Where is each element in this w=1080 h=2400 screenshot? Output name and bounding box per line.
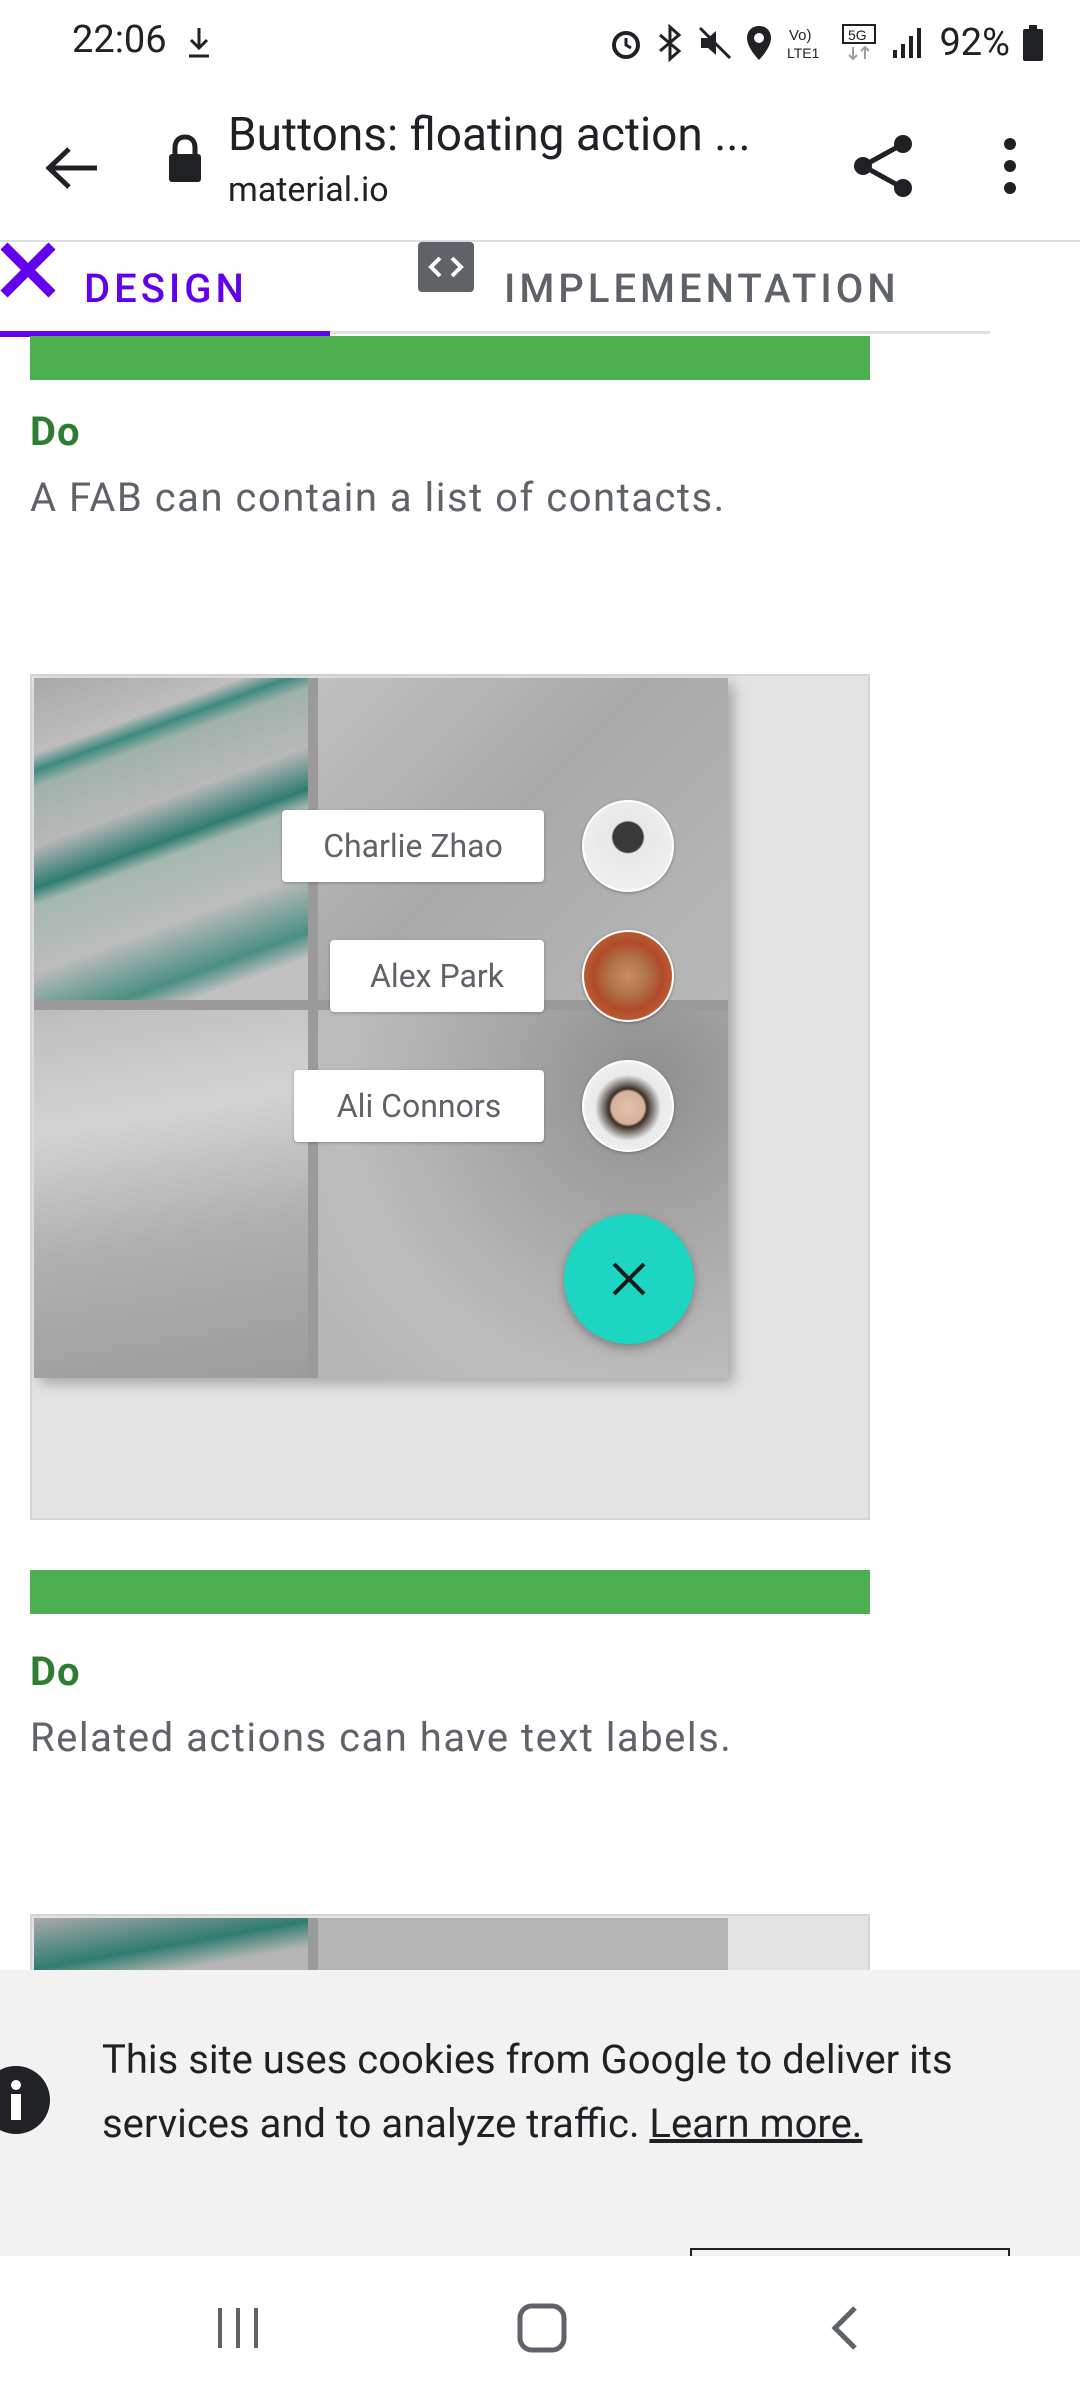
page-url[interactable]: material.io (228, 170, 389, 210)
mute-icon (699, 26, 732, 60)
image-tile (34, 1918, 308, 1972)
avatar (582, 1060, 674, 1152)
lock-icon (169, 134, 201, 182)
page-title[interactable]: Buttons: floating action ... (228, 108, 788, 162)
grid-divider (308, 678, 318, 1378)
tab-implementation-label: IMPLEMENTATION (504, 264, 900, 312)
signal-icon (893, 28, 922, 58)
tab-implementation[interactable]: IMPLEMENTATION (410, 242, 970, 334)
do-label: Do (30, 408, 81, 455)
cookie-message: This site uses cookies from Google to de… (102, 2028, 1042, 2156)
status-time: 22:06 (72, 18, 167, 62)
contact-label: Alex Park (330, 940, 544, 1012)
phone-mockup (34, 1918, 728, 1972)
contact-label: Charlie Zhao (282, 810, 544, 882)
system-back-button[interactable] (784, 2286, 904, 2370)
tab-design-label: DESIGN (84, 264, 248, 312)
example-image: Charlie Zhao Alex Park Ali Connors (30, 674, 870, 1520)
cookie-banner: This site uses cookies from Google to de… (0, 1970, 1080, 2288)
guideline-caption: Related actions can have text labels. (30, 1714, 733, 1761)
contact-label: Ali Connors (294, 1070, 544, 1142)
tab-design[interactable]: DESIGN (0, 242, 330, 337)
design-tools-icon (0, 242, 56, 298)
recents-icon (218, 2308, 258, 2348)
status-icons: Vo) LTE1 5G 92% (609, 18, 1044, 68)
phone-mockup: Charlie Zhao Alex Park Ali Connors (34, 678, 728, 1378)
example-image (30, 1914, 870, 1974)
info-icon (0, 2066, 50, 2134)
guideline-caption: A FAB can contain a list of contacts. (30, 474, 726, 521)
5g-icon: 5G (842, 24, 877, 61)
do-label: Do (30, 1648, 81, 1695)
home-icon (517, 2303, 567, 2353)
fab-close (564, 1214, 694, 1344)
location-icon (747, 26, 772, 60)
svg-text:5G: 5G (848, 27, 867, 43)
image-tile (34, 1010, 308, 1378)
status-bar: 22:06 Vo) LTE1 5G 92% (0, 0, 1080, 88)
recents-button[interactable] (178, 2286, 298, 2370)
avatar (582, 930, 674, 1022)
share-button[interactable] (842, 124, 926, 208)
learn-more-link[interactable]: Learn more. (649, 2100, 862, 2147)
battery-percentage: 92% (939, 21, 1010, 65)
alarm-icon (612, 31, 641, 59)
code-icon (418, 242, 474, 292)
system-nav-bar (0, 2256, 1080, 2400)
volte-icon: Vo) LTE1 (787, 27, 820, 61)
tab-bar: DESIGN IMPLEMENTATION (0, 242, 990, 337)
battery-icon (1023, 25, 1043, 61)
more-options-button[interactable] (970, 124, 1050, 208)
browser-toolbar: Buttons: floating action ... material.io (0, 88, 1080, 242)
close-icon (612, 1262, 646, 1296)
do-indicator-bar (30, 1570, 870, 1614)
image-tile (34, 678, 308, 1000)
download-icon (189, 28, 209, 58)
svg-text:LTE1: LTE1 (787, 45, 820, 61)
bluetooth-icon (659, 24, 682, 62)
chevron-left-icon (831, 2306, 857, 2350)
svg-text:Vo): Vo) (789, 27, 812, 44)
share-icon (854, 135, 912, 197)
arrow-back-icon (45, 147, 97, 189)
home-button[interactable] (482, 2286, 602, 2370)
do-indicator-bar (30, 336, 870, 380)
image-tile (318, 1918, 728, 1972)
avatar (582, 800, 674, 892)
back-button[interactable] (32, 128, 112, 208)
more-vert-icon (1004, 138, 1016, 194)
